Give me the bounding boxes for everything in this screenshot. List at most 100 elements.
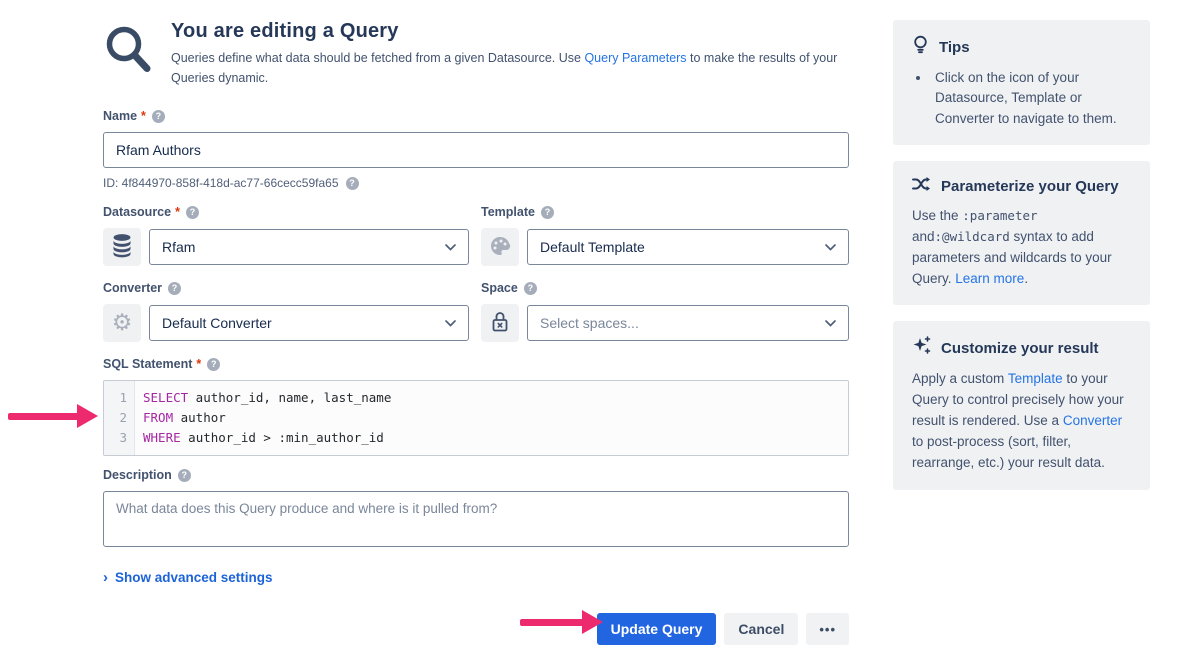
advanced-settings-row: Show advanced settings — [103, 569, 849, 587]
help-icon[interactable] — [541, 206, 554, 219]
database-icon — [110, 233, 134, 262]
chevron-down-icon — [825, 238, 836, 256]
datasource-selected-value: Rfam — [162, 239, 445, 255]
template-icon-button[interactable] — [481, 228, 519, 266]
query-edit-page: You are editing a Query Queries define w… — [0, 0, 1182, 659]
customize-text: to post-process (sort, filter, rearrange… — [912, 434, 1105, 470]
sql-editor[interactable]: 1 SELECT author_id, name, last_name 2 FR… — [103, 380, 849, 456]
parameterize-text: Use the — [912, 208, 962, 223]
sparkles-icon — [912, 336, 931, 360]
more-actions-button[interactable]: ••• — [806, 613, 849, 645]
sql-keyword: FROM — [143, 410, 173, 425]
name-label-row: Name * — [103, 108, 849, 124]
parameterize-title-row: Parameterize your Query — [912, 176, 1131, 197]
form-actions: Update Query Cancel ••• — [103, 613, 849, 645]
subtitle-text-before: Queries define what data should be fetch… — [171, 51, 584, 65]
sql-label-row: SQL Statement * — [103, 356, 849, 372]
help-icon[interactable] — [346, 177, 359, 190]
tips-title-row: Tips — [912, 35, 1131, 59]
help-icon[interactable] — [524, 282, 537, 295]
description-textarea[interactable] — [103, 491, 849, 547]
name-label: Name — [103, 109, 137, 123]
show-advanced-settings-link[interactable]: Show advanced settings — [103, 569, 273, 586]
parameterize-panel: Parameterize your Query Use the :paramet… — [893, 161, 1150, 306]
description-label: Description — [103, 468, 172, 482]
line-number: 2 — [104, 408, 134, 428]
sql-line: 3 WHERE author_id > :min_author_id — [104, 428, 848, 448]
query-parameters-link[interactable]: Query Parameters — [584, 51, 686, 65]
sql-code: FROM author — [134, 408, 226, 428]
sql-line: 2 FROM author — [104, 408, 848, 428]
customize-body: Apply a custom Template to your Query to… — [912, 369, 1131, 474]
sql-keyword: WHERE — [143, 430, 181, 445]
shuffle-icon — [912, 176, 931, 197]
datasource-icon-button[interactable] — [103, 228, 141, 266]
chevron-down-icon — [445, 238, 456, 256]
template-label-row: Template — [481, 204, 849, 220]
template-selected-value: Default Template — [540, 239, 825, 255]
magnifier-icon — [103, 20, 155, 74]
tips-title: Tips — [939, 39, 970, 56]
cancel-button[interactable]: Cancel — [724, 613, 798, 645]
datasource-field: Datasource * — [103, 204, 469, 266]
template-link[interactable]: Template — [1008, 371, 1063, 386]
query-id-text: ID: 4f844970-858f-418d-ac77-66cecc59fa65 — [103, 176, 339, 190]
line-number: 1 — [104, 388, 134, 408]
page-subtitle: Queries define what data should be fetch… — [171, 48, 849, 88]
customize-text: Apply a custom — [912, 371, 1008, 386]
help-icon[interactable] — [152, 110, 165, 123]
help-sidebar: Tips Click on the icon of your Datasourc… — [893, 20, 1150, 506]
advanced-link-label: Show advanced settings — [115, 570, 273, 585]
converter-icon-button[interactable]: ⚙ — [103, 304, 141, 342]
space-select[interactable]: Select spaces... — [527, 305, 849, 341]
required-asterisk: * — [196, 357, 201, 371]
converter-link[interactable]: Converter — [1063, 413, 1122, 428]
converter-select[interactable]: Default Converter — [149, 305, 469, 341]
parameterize-body: Use the :parameter and:@wildcard syntax … — [912, 206, 1131, 290]
description-label-row: Description — [103, 467, 849, 483]
space-placeholder: Select spaces... — [540, 315, 825, 331]
page-title: You are editing a Query — [171, 20, 849, 43]
learn-more-link[interactable]: Learn more — [955, 271, 1024, 286]
sql-code: WHERE author_id > :min_author_id — [134, 428, 384, 448]
chevron-down-icon — [445, 314, 456, 332]
chevron-down-icon — [825, 314, 836, 332]
tips-item: Click on the icon of your Datasource, Te… — [931, 68, 1131, 129]
space-field: Space Select spaces — [481, 280, 849, 342]
gear-icon: ⚙ — [112, 312, 133, 335]
template-field: Template Default Te — [481, 204, 849, 266]
update-query-button[interactable]: Update Query — [597, 613, 717, 645]
help-icon[interactable] — [178, 469, 191, 482]
sql-label: SQL Statement — [103, 357, 192, 371]
parameterize-text: and — [912, 229, 935, 244]
datasource-select[interactable]: Rfam — [149, 229, 469, 265]
converter-label-row: Converter — [103, 280, 469, 296]
sql-text: author_id, name, last_name — [188, 390, 391, 405]
help-icon[interactable] — [186, 206, 199, 219]
datasource-template-row: Datasource * — [103, 204, 849, 266]
help-icon[interactable] — [207, 358, 220, 371]
annotation-arrow-sql-line2 — [8, 404, 98, 428]
form-header: You are editing a Query Queries define w… — [103, 20, 849, 88]
template-label: Template — [481, 205, 535, 219]
required-asterisk: * — [175, 205, 180, 219]
parameter-syntax: :parameter — [962, 208, 1037, 223]
palette-icon — [488, 234, 512, 261]
query-edit-form: You are editing a Query Queries define w… — [103, 20, 849, 645]
sql-text: author_id > :min_author_id — [181, 430, 384, 445]
converter-space-row: Converter ⚙ Default Converter — [103, 280, 849, 342]
template-select[interactable]: Default Template — [527, 229, 849, 265]
tips-list: Click on the icon of your Datasource, Te… — [931, 68, 1131, 129]
lightbulb-icon — [912, 35, 929, 59]
datasource-label-row: Datasource * — [103, 204, 469, 220]
converter-field: Converter ⚙ Default Converter — [103, 280, 469, 342]
datasource-label: Datasource — [103, 205, 171, 219]
converter-selected-value: Default Converter — [162, 315, 445, 331]
space-label-row: Space — [481, 280, 849, 296]
help-icon[interactable] — [168, 282, 181, 295]
name-input[interactable] — [103, 132, 849, 168]
wildcard-syntax: :@wildcard — [935, 229, 1010, 244]
space-label: Space — [481, 281, 518, 295]
chevron-right-icon — [103, 569, 108, 586]
space-icon-button[interactable] — [481, 304, 519, 342]
